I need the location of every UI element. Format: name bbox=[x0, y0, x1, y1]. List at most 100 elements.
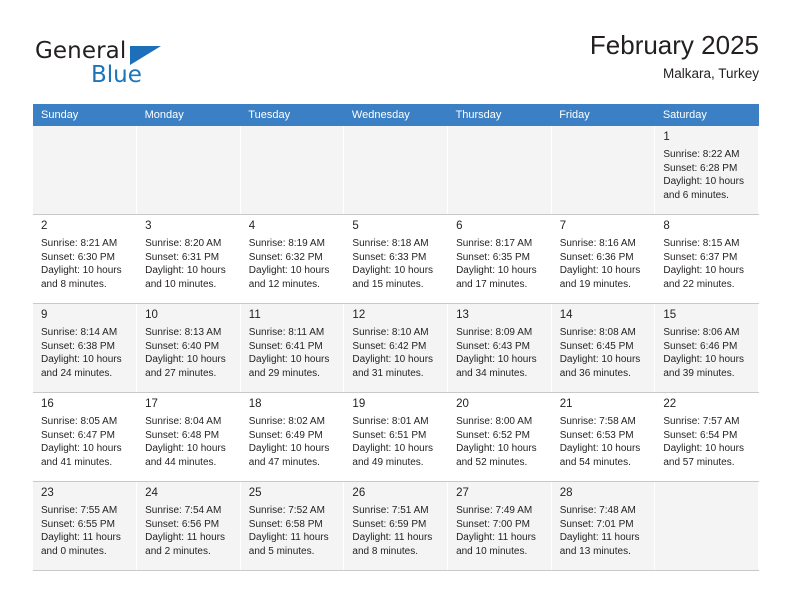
calendar-day-cell[interactable]: 10 Sunrise: 8:13 AM Sunset: 6:40 PM Dayligh… bbox=[136, 303, 241, 393]
day-cell-content: 22 Sunrise: 7:57 AM Sunset: 6:54 PM Dayligh… bbox=[655, 393, 758, 469]
calendar-day-cell[interactable]: 4 Sunrise: 8:19 AM Sunset: 6:32 PM Daylight… bbox=[240, 214, 345, 304]
calendar-day-cell[interactable]: 12 Sunrise: 8:10 AM Sunset: 6:42 PM Dayligh… bbox=[343, 303, 449, 393]
day-number: 3 bbox=[145, 220, 152, 232]
calendar-day-cell[interactable]: 6 Sunrise: 8:17 AM Sunset: 6:35 PM Daylight… bbox=[447, 214, 552, 304]
day-sun-info: Sunrise: 8:00 AM Sunset: 6:52 PM Daylight:… bbox=[456, 415, 544, 469]
calendar-day-cell[interactable]: 14 Sunrise: 8:08 AM Sunset: 6:45 PM Dayligh… bbox=[551, 303, 656, 393]
day-cell-content: 7 Sunrise: 8:16 AM Sunset: 6:36 PM Daylight… bbox=[552, 215, 655, 291]
day-cell-content: 21 Sunrise: 7:58 AM Sunset: 6:53 PM Dayligh… bbox=[552, 393, 655, 469]
daylight-text-line2: and 0 minutes. bbox=[41, 545, 107, 557]
calendar-day-cell[interactable]: 3 Sunrise: 8:20 AM Sunset: 6:31 PM Daylight… bbox=[136, 214, 241, 304]
day-cell-content: 26 Sunrise: 7:51 AM Sunset: 6:59 PM Dayligh… bbox=[344, 482, 447, 558]
day-cell-content: 14 Sunrise: 8:08 AM Sunset: 6:45 PM Dayligh… bbox=[552, 304, 655, 380]
calendar-day-cell[interactable]: 25 Sunrise: 7:52 AM Sunset: 6:58 PM Dayligh… bbox=[240, 481, 345, 571]
calendar-day-cell[interactable]: 15 Sunrise: 8:06 AM Sunset: 6:46 PM Dayligh… bbox=[654, 303, 759, 393]
weekday-header-tuesday: Tuesday bbox=[240, 104, 344, 126]
day-sun-info: Sunrise: 8:04 AM Sunset: 6:48 PM Daylight:… bbox=[145, 415, 233, 469]
daylight-text-line2: and 44 minutes. bbox=[145, 456, 217, 468]
calendar-week-row: 16 Sunrise: 8:05 AM Sunset: 6:47 PM Dayligh… bbox=[33, 392, 759, 482]
title-block: February 2025 Malkara, Turkey bbox=[590, 28, 759, 84]
day-cell-content: 17 Sunrise: 8:04 AM Sunset: 6:48 PM Dayligh… bbox=[137, 393, 240, 469]
daylight-text-line2: and 36 minutes. bbox=[559, 367, 631, 379]
calendar-head: Sunday Monday Tuesday Wednesday Thursday… bbox=[33, 104, 759, 126]
calendar-cell-empty bbox=[136, 126, 241, 215]
general-blue-logo[interactable]: General Blue bbox=[33, 32, 253, 90]
logo-text-general: General bbox=[35, 38, 127, 64]
calendar-day-cell[interactable]: 1 Sunrise: 8:22 AM Sunset: 6:28 PM Daylight… bbox=[654, 126, 759, 215]
sunset-text: Sunset: 6:43 PM bbox=[456, 340, 530, 352]
day-cell-content: 27 Sunrise: 7:49 AM Sunset: 7:00 PM Dayligh… bbox=[448, 482, 551, 558]
day-sun-info: Sunrise: 8:11 AM Sunset: 6:41 PM Daylight:… bbox=[249, 326, 337, 380]
calendar-day-cell[interactable]: 8 Sunrise: 8:15 AM Sunset: 6:37 PM Daylight… bbox=[654, 214, 759, 304]
day-sun-info: Sunrise: 8:15 AM Sunset: 6:37 PM Daylight:… bbox=[663, 237, 751, 291]
sunset-text: Sunset: 6:48 PM bbox=[145, 429, 220, 441]
weekday-header-thursday: Thursday bbox=[447, 104, 552, 126]
sunset-text: Sunset: 6:28 PM bbox=[663, 162, 738, 174]
daylight-text-line1: Daylight: 10 hours bbox=[663, 265, 744, 276]
daylight-text-line2: and 10 minutes. bbox=[456, 545, 528, 557]
sunset-text: Sunset: 6:59 PM bbox=[352, 518, 427, 530]
daylight-text-line1: Daylight: 10 hours bbox=[145, 443, 226, 454]
day-sun-info: Sunrise: 8:05 AM Sunset: 6:47 PM Daylight:… bbox=[41, 415, 129, 469]
calendar-day-cell[interactable]: 21 Sunrise: 7:58 AM Sunset: 6:53 PM Dayligh… bbox=[551, 392, 656, 482]
calendar-day-cell[interactable]: 16 Sunrise: 8:05 AM Sunset: 6:47 PM Dayligh… bbox=[33, 392, 138, 482]
sunrise-text: Sunrise: 7:58 AM bbox=[559, 416, 636, 427]
day-cell-content: 15 Sunrise: 8:06 AM Sunset: 6:46 PM Dayligh… bbox=[655, 304, 758, 380]
calendar-day-cell[interactable]: 13 Sunrise: 8:09 AM Sunset: 6:43 PM Dayligh… bbox=[447, 303, 552, 393]
day-sun-info: Sunrise: 8:14 AM Sunset: 6:38 PM Daylight:… bbox=[41, 326, 129, 380]
calendar-day-cell[interactable]: 7 Sunrise: 8:16 AM Sunset: 6:36 PM Daylight… bbox=[551, 214, 656, 304]
day-sun-info: Sunrise: 7:49 AM Sunset: 7:00 PM Daylight:… bbox=[456, 504, 544, 558]
calendar-day-cell[interactable]: 20 Sunrise: 8:00 AM Sunset: 6:52 PM Dayligh… bbox=[447, 392, 552, 482]
calendar-day-cell[interactable]: 5 Sunrise: 8:18 AM Sunset: 6:33 PM Daylight… bbox=[343, 214, 449, 304]
calendar-day-cell[interactable]: 2 Sunrise: 8:21 AM Sunset: 6:30 PM Daylight… bbox=[33, 214, 138, 304]
calendar-day-cell[interactable]: 22 Sunrise: 7:57 AM Sunset: 6:54 PM Dayligh… bbox=[654, 392, 759, 482]
daylight-text-line2: and 41 minutes. bbox=[41, 456, 113, 468]
daylight-text-line2: and 52 minutes. bbox=[456, 456, 528, 468]
sunset-text: Sunset: 6:31 PM bbox=[145, 251, 220, 263]
daylight-text-line2: and 27 minutes. bbox=[145, 367, 217, 379]
weekday-header-wednesday: Wednesday bbox=[343, 104, 448, 126]
calendar-day-cell[interactable]: 28 Sunrise: 7:48 AM Sunset: 7:01 PM Dayligh… bbox=[551, 481, 656, 571]
day-number: 9 bbox=[41, 309, 48, 321]
sunset-text: Sunset: 6:37 PM bbox=[663, 251, 738, 263]
sunrise-text: Sunrise: 8:22 AM bbox=[663, 149, 740, 160]
calendar-day-cell[interactable]: 17 Sunrise: 8:04 AM Sunset: 6:48 PM Dayligh… bbox=[136, 392, 241, 482]
day-cell-content: 6 Sunrise: 8:17 AM Sunset: 6:35 PM Daylight… bbox=[448, 215, 551, 291]
calendar-day-cell[interactable]: 11 Sunrise: 8:11 AM Sunset: 6:41 PM Dayligh… bbox=[240, 303, 345, 393]
day-number: 8 bbox=[663, 220, 670, 232]
daylight-text-line1: Daylight: 10 hours bbox=[663, 443, 744, 454]
sunset-text: Sunset: 7:01 PM bbox=[559, 518, 634, 530]
daylight-text-line1: Daylight: 10 hours bbox=[248, 265, 330, 276]
page-title: February 2025 bbox=[589, 30, 759, 60]
sunset-text: Sunset: 6:46 PM bbox=[663, 340, 738, 352]
calendar-day-cell[interactable]: 24 Sunrise: 7:54 AM Sunset: 6:56 PM Dayligh… bbox=[136, 481, 241, 571]
calendar-day-cell[interactable]: 23 Sunrise: 7:55 AM Sunset: 6:55 PM Dayligh… bbox=[33, 481, 138, 571]
page-header: General Blue February 2025 Malkara, Turk… bbox=[33, 28, 759, 98]
sunrise-text: Sunrise: 8:16 AM bbox=[559, 238, 636, 249]
sunset-text: Sunset: 6:56 PM bbox=[145, 518, 220, 530]
calendar-day-cell[interactable]: 27 Sunrise: 7:49 AM Sunset: 7:00 PM Dayligh… bbox=[447, 481, 552, 571]
day-cell-content: 11 Sunrise: 8:11 AM Sunset: 6:41 PM Dayligh… bbox=[241, 304, 344, 380]
sunset-text: Sunset: 6:38 PM bbox=[41, 340, 115, 352]
calendar-day-cell[interactable]: 19 Sunrise: 8:01 AM Sunset: 6:51 PM Dayligh… bbox=[343, 392, 449, 482]
calendar-day-cell[interactable]: 9 Sunrise: 8:14 AM Sunset: 6:38 PM Daylight… bbox=[33, 303, 138, 393]
logo-text-blue: Blue bbox=[91, 62, 142, 88]
daylight-text-line1: Daylight: 10 hours bbox=[248, 443, 330, 454]
calendar-day-cell[interactable]: 18 Sunrise: 8:02 AM Sunset: 6:49 PM Dayligh… bbox=[240, 392, 345, 482]
day-number: 19 bbox=[352, 398, 366, 410]
day-number: 1 bbox=[663, 131, 670, 143]
sunrise-text: Sunrise: 8:14 AM bbox=[41, 327, 118, 338]
daylight-text-line1: Daylight: 10 hours bbox=[145, 265, 226, 276]
sunrise-text: Sunrise: 7:49 AM bbox=[456, 505, 533, 516]
daylight-text-line1: Daylight: 10 hours bbox=[352, 354, 434, 365]
calendar-day-cell[interactable]: 26 Sunrise: 7:51 AM Sunset: 6:59 PM Dayligh… bbox=[343, 481, 449, 571]
calendar-page: General Blue February 2025 Malkara, Turk… bbox=[0, 0, 792, 612]
daylight-text-line1: Daylight: 10 hours bbox=[41, 443, 122, 454]
sunset-text: Sunset: 6:40 PM bbox=[145, 340, 220, 352]
daylight-text-line2: and 29 minutes. bbox=[248, 367, 320, 379]
sunrise-text: Sunrise: 7:55 AM bbox=[41, 505, 118, 516]
calendar-cell-empty bbox=[654, 481, 759, 571]
sunset-text: Sunset: 6:45 PM bbox=[559, 340, 634, 352]
sunrise-text: Sunrise: 7:52 AM bbox=[248, 505, 325, 516]
day-sun-info: Sunrise: 8:19 AM Sunset: 6:32 PM Daylight:… bbox=[249, 237, 337, 291]
